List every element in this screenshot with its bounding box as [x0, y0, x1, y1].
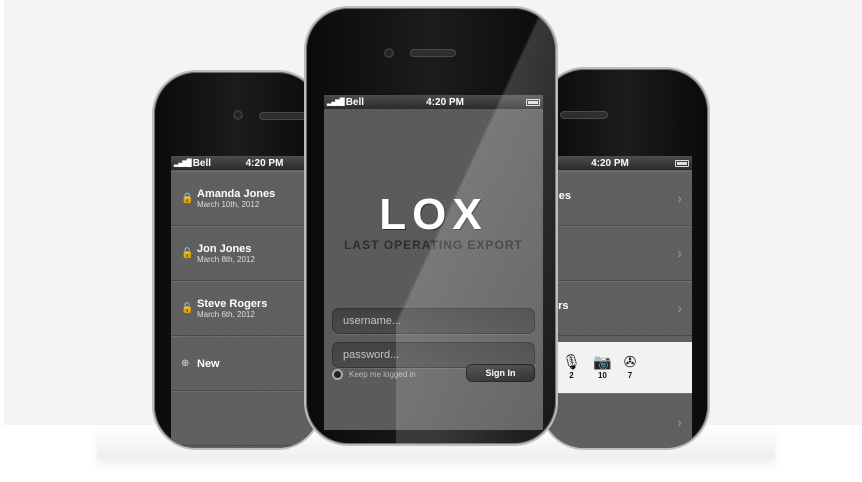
list-item[interactable]: nes ›: [542, 171, 692, 226]
list-item[interactable]: 🔒 Amanda Jones March 10th, 2012: [171, 171, 320, 226]
contact-date: March 8th, 2012: [197, 255, 255, 264]
signal-icon: ▂▄▆█: [174, 160, 192, 167]
list-item[interactable]: ers 2 ›: [542, 281, 692, 336]
keep-logged-in-label: Keep me logged in: [349, 370, 416, 379]
contacts-screen: ▂▄▆█ Bell 4:20 PM 🔒 Amanda Jones March 1…: [171, 156, 320, 448]
carrier-label: Bell: [345, 96, 365, 108]
film-reel-icon: ✇: [623, 354, 637, 371]
lock-icon: 🔒: [181, 193, 194, 204]
camera-button[interactable]: 📷 10: [593, 354, 612, 381]
list-item[interactable]: ›: [542, 393, 692, 448]
contact-date: March 6th, 2012: [197, 310, 255, 319]
list-item[interactable]: 🔓 Jon Jones March 8th, 2012: [171, 226, 320, 281]
signal-icon: ▂▄▆█: [327, 99, 345, 106]
earpiece-speaker: [410, 49, 456, 57]
list-item[interactable]: 🔓 Steve Rogers March 6th, 2012: [171, 281, 320, 336]
contact-name: Jon Jones: [197, 243, 252, 255]
list-item[interactable]: [171, 391, 320, 446]
film-reel-button[interactable]: ✇ 7: [623, 354, 637, 381]
chevron-right-icon: ›: [677, 414, 682, 430]
keep-logged-in-toggle[interactable]: Keep me logged in: [332, 369, 416, 380]
app-logo: LOX: [379, 190, 488, 239]
video-count: 7: [627, 371, 633, 380]
audio-count: 2: [569, 371, 574, 380]
front-camera: [233, 110, 243, 120]
earpiece-speaker: [560, 111, 608, 119]
status-bar: 4:20 PM: [542, 156, 692, 170]
detail-screen: 4:20 PM nes › 2 › ers 2 › 🎙 2 📷 10: [542, 156, 692, 448]
clock: 4:20 PM: [245, 157, 284, 169]
chevron-right-icon: ›: [677, 300, 682, 316]
front-camera: [384, 48, 394, 58]
new-contact-button[interactable]: ⊕ New: [171, 336, 320, 391]
app-tagline: LAST OPERATING EXPORT: [344, 238, 523, 252]
contact-name: Amanda Jones: [197, 188, 276, 200]
microphone-icon: 🎙: [562, 354, 582, 371]
clock: 4:20 PM: [426, 96, 464, 108]
media-toolbar: 🎙 2 📷 10 ✇ 7: [542, 342, 692, 393]
contact-name: Steve Rogers: [197, 298, 268, 310]
login-screen: ▂▄▆█ Bell 4:20 PM LOX LAST OPERATING EXP…: [324, 95, 543, 430]
unlock-icon: 🔓: [181, 248, 194, 259]
battery-icon: [526, 98, 540, 106]
camera-icon: 📷: [593, 354, 612, 371]
photo-count: 10: [597, 371, 607, 380]
status-bar: ▂▄▆█ Bell 4:20 PM: [324, 95, 543, 109]
battery-icon: [675, 159, 689, 167]
sign-in-button[interactable]: Sign In: [466, 364, 535, 382]
phone-left: ▂▄▆█ Bell 4:20 PM 🔒 Amanda Jones March 1…: [152, 70, 322, 450]
contact-date: March 10th, 2012: [197, 200, 260, 209]
unlock-icon: 🔓: [181, 303, 194, 314]
microphone-button[interactable]: 🎙 2: [562, 354, 582, 381]
add-circle-icon: ⊕: [181, 358, 190, 369]
phone-center: ▂▄▆█ Bell 4:20 PM LOX LAST OPERATING EXP…: [304, 6, 558, 446]
radio-icon: [332, 369, 343, 380]
status-bar: ▂▄▆█ Bell 4:20 PM: [171, 156, 320, 170]
list-item[interactable]: 2 ›: [542, 226, 692, 281]
earpiece-speaker: [259, 112, 309, 120]
chevron-right-icon: ›: [677, 245, 682, 261]
carrier-label: Bell: [192, 157, 212, 169]
phone-right: 4:20 PM nes › 2 › ers 2 › 🎙 2 📷 10: [540, 67, 710, 450]
clock: 4:20 PM: [591, 157, 629, 169]
new-label: New: [197, 357, 220, 370]
username-input[interactable]: username...: [332, 308, 535, 334]
chevron-right-icon: ›: [677, 190, 682, 206]
